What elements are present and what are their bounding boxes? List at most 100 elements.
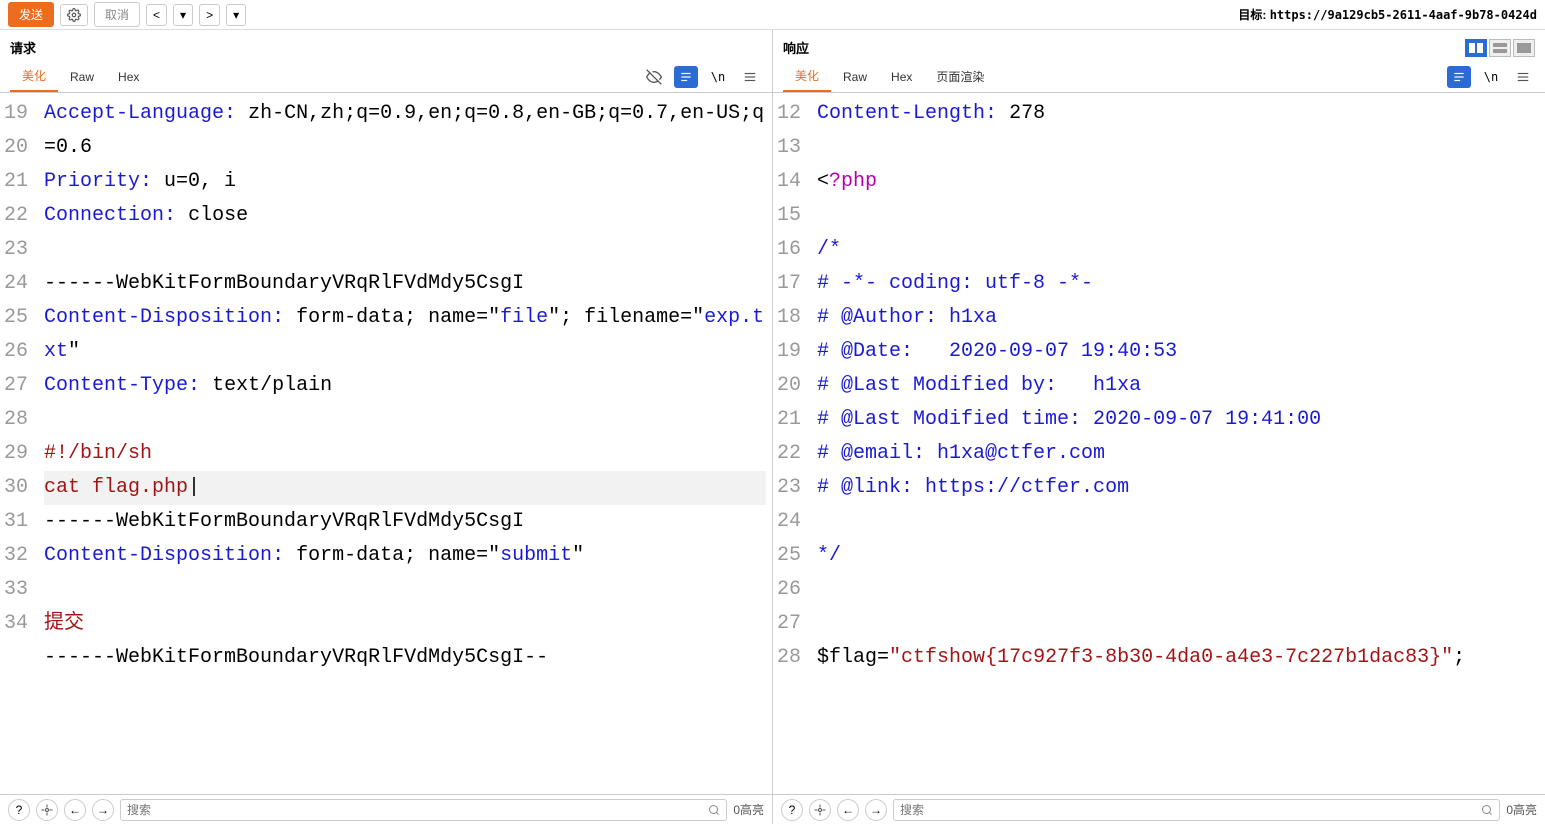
send-button[interactable]: 发送 bbox=[8, 2, 54, 27]
help-button[interactable]: ? bbox=[8, 799, 30, 821]
search-icon[interactable] bbox=[1481, 804, 1493, 816]
code-segment: : bbox=[985, 102, 1009, 125]
search-next-button[interactable]: → bbox=[865, 799, 887, 821]
code-line[interactable]: Content-Disposition: form-data; name="su… bbox=[44, 539, 766, 573]
search-next-button[interactable]: → bbox=[92, 799, 114, 821]
prev-button[interactable]: < bbox=[146, 4, 167, 26]
wrap-icon[interactable] bbox=[674, 66, 698, 88]
help-button[interactable]: ? bbox=[781, 799, 803, 821]
response-search[interactable] bbox=[893, 799, 1500, 821]
code-line[interactable]: # @Date: 2020-09-07 19:40:53 bbox=[817, 335, 1539, 369]
code-line[interactable] bbox=[817, 573, 1539, 607]
layout-split-h-button[interactable] bbox=[1465, 39, 1487, 57]
tab-pretty[interactable]: 美化 bbox=[783, 61, 831, 92]
code-line[interactable] bbox=[44, 573, 766, 607]
code-segment: = bbox=[877, 646, 889, 669]
request-panel: 请求 美化 Raw Hex \n 19202122232425262728293… bbox=[0, 30, 773, 794]
search-input[interactable] bbox=[127, 803, 708, 817]
response-title: 响应 bbox=[783, 38, 809, 57]
code-line[interactable] bbox=[44, 233, 766, 267]
search-prev-button[interactable]: ← bbox=[64, 799, 86, 821]
code-line[interactable]: # -*- coding: utf-8 -*- bbox=[817, 267, 1539, 301]
newline-icon[interactable]: \n bbox=[1479, 66, 1503, 88]
line-number: 17 bbox=[777, 267, 805, 301]
code-line[interactable]: /* bbox=[817, 233, 1539, 267]
line-number: 28 bbox=[4, 403, 32, 437]
code-line[interactable]: Accept-Language: zh-CN,zh;q=0.9,en;q=0.8… bbox=[44, 97, 766, 165]
tab-render[interactable]: 页面渲染 bbox=[924, 62, 996, 91]
highlight-count: 0高亮 bbox=[1506, 801, 1537, 818]
line-number: 33 bbox=[4, 573, 32, 607]
response-editor[interactable]: 1213141516171819202122232425262728 Conte… bbox=[773, 93, 1545, 794]
caret-down-icon: ▾ bbox=[180, 8, 186, 22]
line-number: 13 bbox=[777, 131, 805, 165]
code-segment: : bbox=[224, 102, 248, 125]
settings-button[interactable] bbox=[809, 799, 831, 821]
code-line[interactable]: Content-Type: text/plain bbox=[44, 369, 766, 403]
code-line[interactable]: Connection: close bbox=[44, 199, 766, 233]
code-line[interactable]: # @Author: h1xa bbox=[817, 301, 1539, 335]
code-line[interactable]: $flag="ctfshow{17c927f3-8b30-4da0-a4e3-7… bbox=[817, 641, 1539, 675]
tab-hex[interactable]: Hex bbox=[106, 64, 151, 90]
code-line[interactable] bbox=[817, 199, 1539, 233]
prev-dropdown-button[interactable]: ▾ bbox=[173, 4, 193, 26]
code-line[interactable]: # @Last Modified by: h1xa bbox=[817, 369, 1539, 403]
code-line[interactable] bbox=[44, 403, 766, 437]
code-line[interactable] bbox=[817, 607, 1539, 641]
code-line[interactable]: Content-Disposition: form-data; name="fi… bbox=[44, 301, 766, 369]
code-line[interactable]: # @link: https://ctfer.com bbox=[817, 471, 1539, 505]
code-segment: : bbox=[164, 204, 188, 227]
line-number: 27 bbox=[777, 607, 805, 641]
code-segment: " bbox=[572, 544, 584, 567]
hide-icon[interactable] bbox=[642, 66, 666, 88]
settings-button[interactable] bbox=[60, 4, 88, 26]
menu-icon[interactable] bbox=[738, 66, 762, 88]
code-segment: cat flag.php bbox=[44, 476, 188, 499]
code-line[interactable] bbox=[817, 131, 1539, 165]
code-line[interactable]: ------WebKitFormBoundaryVRqRlFVdMdy5CsgI bbox=[44, 505, 766, 539]
newline-icon[interactable]: \n bbox=[706, 66, 730, 88]
menu-icon[interactable] bbox=[1511, 66, 1535, 88]
line-number: 32 bbox=[4, 539, 32, 573]
search-icon[interactable] bbox=[708, 804, 720, 816]
tab-hex[interactable]: Hex bbox=[879, 64, 924, 90]
request-editor[interactable]: 19202122232425262728293031323334 Accept-… bbox=[0, 93, 772, 794]
code-line[interactable]: Content-Length: 278 bbox=[817, 97, 1539, 131]
response-footer: ? ← → 0高亮 bbox=[773, 795, 1545, 824]
code-line[interactable]: 提交 bbox=[44, 607, 766, 641]
code-line[interactable]: #!/bin/sh bbox=[44, 437, 766, 471]
code-line[interactable]: ------WebKitFormBoundaryVRqRlFVdMdy5CsgI… bbox=[44, 641, 766, 675]
wrap-icon[interactable] bbox=[1447, 66, 1471, 88]
code-line[interactable]: # @Last Modified time: 2020-09-07 19:41:… bbox=[817, 403, 1539, 437]
code-line[interactable]: # @email: h1xa@ctfer.com bbox=[817, 437, 1539, 471]
code-segment: < bbox=[817, 170, 829, 193]
code-line[interactable]: ------WebKitFormBoundaryVRqRlFVdMdy5CsgI bbox=[44, 267, 766, 301]
target-display: 目标: https://9a129cb5-2611-4aaf-9b78-0424… bbox=[1238, 6, 1537, 23]
code-line[interactable]: Priority: u=0, i bbox=[44, 165, 766, 199]
tab-pretty[interactable]: 美化 bbox=[10, 61, 58, 92]
code-line[interactable]: */ bbox=[817, 539, 1539, 573]
search-input[interactable] bbox=[900, 803, 1481, 817]
search-prev-button[interactable]: ← bbox=[837, 799, 859, 821]
code-segment: # @link: https://ctfer.com bbox=[817, 476, 1129, 499]
settings-button[interactable] bbox=[36, 799, 58, 821]
code-segment: # @Last Modified time: 2020-09-07 19:41:… bbox=[817, 408, 1321, 431]
code-segment: : bbox=[272, 544, 296, 567]
code-line[interactable] bbox=[44, 675, 766, 709]
code-line[interactable]: <?php bbox=[817, 165, 1539, 199]
code-segment: 提交 bbox=[44, 612, 84, 635]
code-line[interactable] bbox=[817, 505, 1539, 539]
layout-split-v-button[interactable] bbox=[1489, 39, 1511, 57]
request-search[interactable] bbox=[120, 799, 727, 821]
tab-raw[interactable]: Raw bbox=[58, 64, 106, 90]
code-line[interactable]: cat flag.php| bbox=[44, 471, 766, 505]
layout-single-button[interactable] bbox=[1513, 39, 1535, 57]
cancel-button[interactable]: 取消 bbox=[94, 2, 140, 27]
tab-raw[interactable]: Raw bbox=[831, 64, 879, 90]
code-segment: $flag bbox=[817, 646, 877, 669]
next-dropdown-button[interactable]: ▾ bbox=[226, 4, 246, 26]
line-number: 22 bbox=[4, 199, 32, 233]
next-button[interactable]: > bbox=[199, 4, 220, 26]
code-segment: Content-Disposition bbox=[44, 544, 272, 567]
code-segment: #!/bin/sh bbox=[44, 442, 152, 465]
